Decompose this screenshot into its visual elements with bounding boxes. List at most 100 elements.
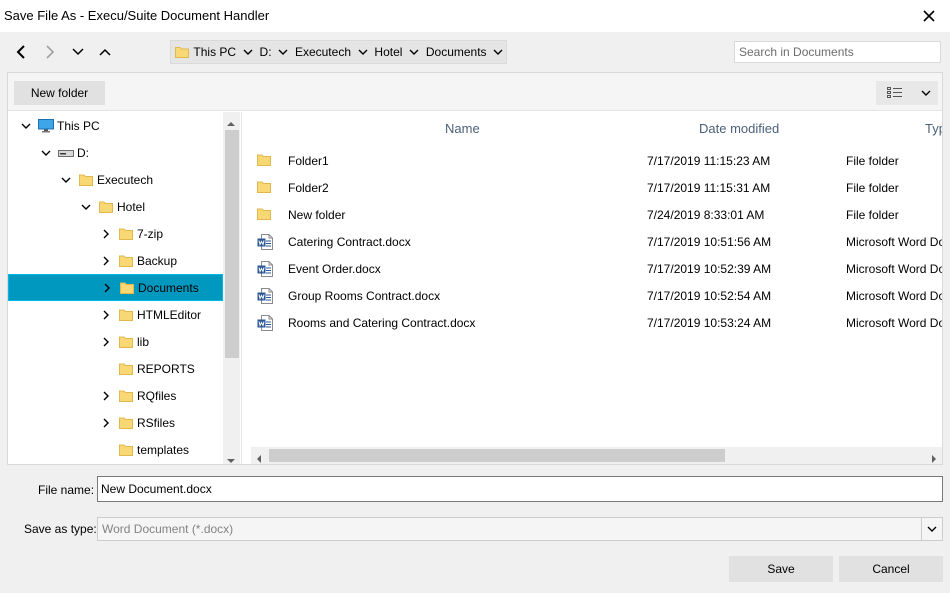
chevron-down-icon[interactable] <box>18 118 34 134</box>
file-type: Microsoft Word Do <box>846 316 942 330</box>
recent-locations-button[interactable] <box>67 41 89 63</box>
chevron-right-icon[interactable] <box>99 280 115 296</box>
back-button[interactable] <box>11 41 33 63</box>
drive-icon <box>58 145 74 161</box>
word-doc-icon <box>257 234 273 250</box>
folder-icon <box>118 361 134 377</box>
chevron-right-icon[interactable] <box>98 253 114 269</box>
tree-item-backup[interactable]: Backup <box>8 247 223 274</box>
folder-icon <box>257 180 273 196</box>
tree-item-rqfiles[interactable]: RQfiles <box>8 382 223 409</box>
tree-item-label: Hotel <box>117 199 146 214</box>
horizontal-scrollbar-thumb[interactable] <box>269 449 725 462</box>
file-name: Catering Contract.docx <box>288 235 411 249</box>
tree-item-reports[interactable]: REPORTS <box>8 355 223 382</box>
tree-item-lib[interactable]: lib <box>8 328 223 355</box>
file-type: Microsoft Word Do <box>846 262 942 276</box>
breadcrumb-drive[interactable]: D: <box>256 41 276 63</box>
tree-item-hotel[interactable]: Hotel <box>8 193 223 220</box>
file-name: Event Order.docx <box>288 262 381 276</box>
close-button[interactable] <box>918 6 940 26</box>
chevron-down-icon <box>278 49 288 55</box>
breadcrumb-separator[interactable] <box>276 41 291 63</box>
new-folder-button[interactable]: New folder <box>14 81 105 105</box>
breadcrumb-separator[interactable] <box>240 41 255 63</box>
scroll-up-arrow-icon[interactable] <box>226 116 236 130</box>
file-date-modified: 7/17/2019 10:51:56 AM <box>647 235 772 249</box>
file-row[interactable]: Rooms and Catering Contract.docx 7/17/201… <box>251 309 942 336</box>
breadcrumb-documents[interactable]: Documents <box>422 41 491 63</box>
tree-item-label: templates <box>137 442 190 457</box>
scroll-down-arrow-icon[interactable] <box>226 453 236 464</box>
chevron-down-icon <box>243 49 253 55</box>
tree-item-label: REPORTS <box>137 361 195 376</box>
tree-scrollbar-thumb[interactable] <box>225 130 239 358</box>
file-row[interactable]: Catering Contract.docx 7/17/2019 10:51:56… <box>251 228 942 255</box>
monitor-icon <box>38 118 54 134</box>
breadcrumb-executech[interactable]: Executech <box>291 41 355 63</box>
forward-button[interactable] <box>38 41 60 63</box>
file-type: File folder <box>846 181 899 195</box>
scroll-right-arrow-icon[interactable] <box>931 452 937 464</box>
save-as-type-label: Save as type: <box>24 522 97 536</box>
up-button[interactable] <box>94 41 116 63</box>
tree-item-this-pc[interactable]: This PC <box>8 112 223 139</box>
tree-item-drive-d[interactable]: D: <box>8 139 223 166</box>
folder-icon <box>118 307 134 323</box>
file-name: Folder1 <box>288 154 329 168</box>
file-list: Name Date modified Typ Folder1 7/17/2019 … <box>251 112 942 464</box>
chevron-right-icon[interactable] <box>98 388 114 404</box>
save-button[interactable]: Save <box>729 556 833 582</box>
file-date-modified: 7/17/2019 10:52:39 AM <box>647 262 772 276</box>
chevron-right-icon[interactable] <box>98 307 114 323</box>
tree-item-label: RSfiles <box>137 415 176 430</box>
back-arrow-icon <box>16 45 25 59</box>
folder-icon <box>118 388 134 404</box>
file-row[interactable]: Folder2 7/17/2019 11:15:31 AM File folder <box>251 174 942 201</box>
breadcrumb-separator[interactable] <box>355 41 370 63</box>
folder-icon <box>257 207 273 223</box>
column-header-name[interactable]: Name <box>445 121 480 136</box>
save-as-type-select[interactable]: Word Document (*.docx) <box>97 517 943 541</box>
chevron-right-icon[interactable] <box>98 226 114 242</box>
chevron-down-icon <box>493 49 503 55</box>
file-row[interactable]: Group Rooms Contract.docx 7/17/2019 10:52… <box>251 282 942 309</box>
file-row[interactable]: New folder 7/24/2019 8:33:01 AM File folde… <box>251 201 942 228</box>
change-view-button[interactable] <box>876 81 938 105</box>
file-type: File folder <box>846 208 899 222</box>
chevron-down-icon[interactable] <box>38 145 54 161</box>
tree-item-7-zip[interactable]: 7-zip <box>8 220 223 247</box>
folder-icon <box>118 442 134 458</box>
chevron-down-icon[interactable] <box>914 90 938 96</box>
file-row[interactable]: Folder1 7/17/2019 11:15:23 AM File folder <box>251 147 942 174</box>
chevron-placeholder <box>98 442 114 458</box>
file-row[interactable]: Event Order.docx 7/17/2019 10:52:39 AM Mic… <box>251 255 942 282</box>
address-dropdown[interactable] <box>491 41 506 63</box>
breadcrumb-separator[interactable] <box>406 41 421 63</box>
tree-item-documents[interactable]: Documents <box>8 274 223 301</box>
search-input[interactable] <box>734 41 941 63</box>
chevron-right-icon[interactable] <box>98 334 114 350</box>
tree-item-templates[interactable]: templates <box>8 436 223 463</box>
tree-item-label: Documents <box>138 280 199 295</box>
folder-icon <box>119 280 135 296</box>
address-bar[interactable]: This PC D: Executech Hotel Documents <box>170 40 507 64</box>
chevron-down-icon[interactable] <box>921 518 942 540</box>
chevron-down-icon[interactable] <box>58 172 74 188</box>
scroll-left-arrow-icon[interactable] <box>256 452 262 464</box>
column-header-date-modified[interactable]: Date modified <box>699 121 779 136</box>
tree-item-executech[interactable]: Executech <box>8 166 223 193</box>
chevron-down-icon[interactable] <box>78 199 94 215</box>
word-doc-icon <box>257 288 273 304</box>
command-bar: New folder <box>8 73 942 111</box>
pane-splitter[interactable] <box>241 112 249 464</box>
folder-icon <box>118 253 134 269</box>
tree-item-rsfiles[interactable]: RSfiles <box>8 409 223 436</box>
chevron-right-icon[interactable] <box>98 415 114 431</box>
breadcrumb-this-pc[interactable]: This PC <box>189 41 240 63</box>
tree-item-htmleditor[interactable]: HTMLEditor <box>8 301 223 328</box>
column-header-type[interactable]: Typ <box>925 121 942 136</box>
cancel-button[interactable]: Cancel <box>839 556 943 582</box>
file-name-input[interactable] <box>97 476 943 502</box>
breadcrumb-hotel[interactable]: Hotel <box>370 41 406 63</box>
